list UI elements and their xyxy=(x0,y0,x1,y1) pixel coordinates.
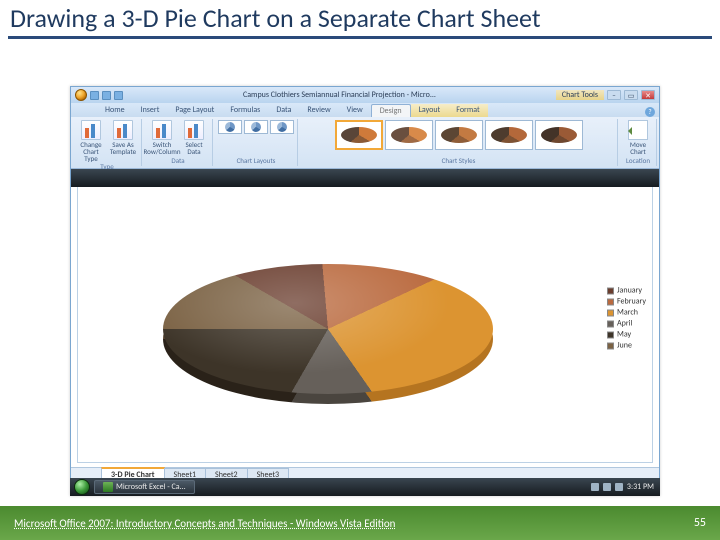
maximize-button[interactable]: ▭ xyxy=(624,90,638,100)
tab-view[interactable]: View xyxy=(339,104,371,117)
save-as-template-label: Save As Template xyxy=(108,141,138,155)
taskbar-wrap: Microsoft Excel - Ca... 3:31 PM xyxy=(70,478,660,496)
taskbar-app-label: Microsoft Excel - Ca... xyxy=(116,482,186,492)
select-data-button[interactable]: Select Data xyxy=(179,120,209,155)
office-button-icon[interactable] xyxy=(75,89,87,101)
qat-redo-icon[interactable] xyxy=(114,91,123,100)
chart-style-4[interactable] xyxy=(485,120,533,150)
contextual-tab-header: Chart Tools xyxy=(556,90,604,100)
chart-layout-1[interactable] xyxy=(218,120,242,134)
move-chart-label: Move Chart xyxy=(623,141,653,155)
move-chart-button[interactable]: Move Chart xyxy=(623,120,653,155)
tray-volume-icon[interactable] xyxy=(615,483,623,491)
slide-footer: Microsoft Office 2007: Introductory Conc… xyxy=(0,506,720,540)
chart-legend[interactable]: January February March April May June xyxy=(607,285,646,352)
save-template-icon xyxy=(113,120,133,140)
tab-insert[interactable]: Insert xyxy=(133,104,168,117)
start-button-icon[interactable] xyxy=(74,479,90,495)
slide-footer-text: Microsoft Office 2007: Introductory Conc… xyxy=(14,517,395,530)
chart-style-3[interactable] xyxy=(435,120,483,150)
windows-taskbar xyxy=(71,169,659,187)
tab-design[interactable]: Design xyxy=(371,104,411,117)
ribbon-group-chart-styles: Chart Styles xyxy=(300,119,618,166)
window-title: Campus Clothiers Semiannual Financial Pr… xyxy=(126,90,553,100)
excel-window: Campus Clothiers Semiannual Financial Pr… xyxy=(70,86,660,496)
ribbon-group-chart-layouts: Chart Layouts xyxy=(215,119,298,166)
group-styles-label: Chart Styles xyxy=(442,156,476,165)
minimize-button[interactable]: – xyxy=(607,90,621,100)
legend-item-february: February xyxy=(607,297,646,307)
change-chart-type-label: Change Chart Type xyxy=(76,141,106,162)
chart-frame[interactable]: January February March April May June xyxy=(77,173,653,463)
save-as-template-button[interactable]: Save As Template xyxy=(108,120,138,162)
tab-home[interactable]: Home xyxy=(97,104,133,117)
tab-format[interactable]: Format xyxy=(448,104,487,117)
qat-undo-icon[interactable] xyxy=(102,91,111,100)
legend-item-may: May xyxy=(607,330,646,340)
chart-style-1[interactable] xyxy=(335,120,383,150)
ribbon-tab-strip: Home Insert Page Layout Formulas Data Re… xyxy=(71,103,659,117)
legend-item-january: January xyxy=(607,286,646,296)
switch-row-col-label: Switch Row/Column xyxy=(144,141,181,155)
chart-style-2[interactable] xyxy=(385,120,433,150)
tab-page-layout[interactable]: Page Layout xyxy=(167,104,222,117)
switch-row-column-button[interactable]: Switch Row/Column xyxy=(147,120,177,155)
legend-item-april: April xyxy=(607,319,646,329)
ribbon-group-data: Switch Row/Column Select Data Data xyxy=(144,119,213,166)
select-data-label: Select Data xyxy=(179,141,209,155)
change-chart-type-button[interactable]: Change Chart Type xyxy=(76,120,106,162)
taskbar-app-excel[interactable]: Microsoft Excel - Ca... xyxy=(94,480,195,494)
ribbon-group-type: Change Chart Type Save As Template Type xyxy=(73,119,142,166)
excel-icon xyxy=(103,482,113,492)
select-data-icon xyxy=(184,120,204,140)
tab-data[interactable]: Data xyxy=(268,104,299,117)
move-chart-icon xyxy=(628,120,648,140)
group-location-label: Location xyxy=(626,156,650,165)
chart-layout-2[interactable] xyxy=(244,120,268,134)
tab-review[interactable]: Review xyxy=(299,104,338,117)
qat-save-icon[interactable] xyxy=(90,91,99,100)
ribbon: Change Chart Type Save As Template Type … xyxy=(71,117,659,169)
slide-title: Drawing a 3-D Pie Chart on a Separate Ch… xyxy=(0,0,720,36)
close-button[interactable]: ✕ xyxy=(641,90,655,100)
window-titlebar: Campus Clothiers Semiannual Financial Pr… xyxy=(71,87,659,103)
switch-icon xyxy=(152,120,172,140)
chart-style-5[interactable] xyxy=(535,120,583,150)
tray-icon-1[interactable] xyxy=(591,483,599,491)
title-underline xyxy=(8,36,712,39)
group-layouts-label: Chart Layouts xyxy=(237,156,276,165)
pie-chart[interactable] xyxy=(94,188,562,440)
ribbon-group-location: Move Chart Location xyxy=(620,119,657,166)
chart-layout-3[interactable] xyxy=(270,120,294,134)
chart-type-icon xyxy=(81,120,101,140)
tray-icon-2[interactable] xyxy=(603,483,611,491)
chart-sheet-canvas: January February March April May June xyxy=(71,169,659,467)
slide-number: 55 xyxy=(694,516,706,530)
legend-item-march: March xyxy=(607,308,646,318)
group-data-label: Data xyxy=(171,156,184,165)
legend-item-june: June xyxy=(607,341,646,351)
help-icon[interactable]: ? xyxy=(645,107,655,117)
tab-formulas[interactable]: Formulas xyxy=(222,104,268,117)
tab-layout[interactable]: Layout xyxy=(411,104,449,117)
taskbar-clock: 3:31 PM xyxy=(627,482,654,492)
